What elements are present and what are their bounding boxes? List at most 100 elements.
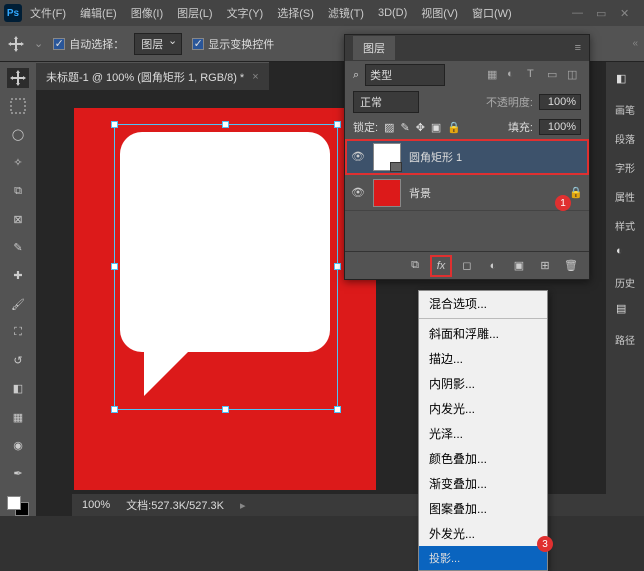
menu-image[interactable]: 图像(I) bbox=[125, 1, 169, 25]
lock-artboard-icon[interactable]: ▣ bbox=[431, 121, 441, 134]
lock-all-icon[interactable]: 🔒 bbox=[447, 121, 461, 134]
dock-paths[interactable]: 路径 bbox=[610, 328, 640, 351]
layer-style-menu: 混合选项... 斜面和浮雕... 描边... 内阴影... 内发光... 光泽.… bbox=[418, 290, 548, 571]
layer-thumbnail[interactable] bbox=[373, 179, 401, 207]
pen-tool[interactable]: ✒ bbox=[7, 464, 29, 484]
healing-tool[interactable]: ✚ bbox=[7, 266, 29, 286]
brush-tool[interactable]: 🖌 bbox=[7, 294, 29, 314]
fx-gradient-overlay[interactable]: 渐变叠加... bbox=[419, 471, 547, 496]
menubar: Ps 文件(F) 编辑(E) 图像(I) 图层(L) 文字(Y) 选择(S) 滤… bbox=[0, 0, 644, 26]
layer-row-selected[interactable]: 👁 圆角矩形 1 bbox=[345, 139, 589, 175]
layer-fx-button[interactable]: fx bbox=[433, 258, 449, 274]
dock-styles[interactable]: 样式 bbox=[610, 214, 640, 237]
visibility-eye-icon[interactable]: 👁 bbox=[351, 186, 365, 199]
link-layers-icon[interactable]: ⧉ bbox=[407, 258, 423, 274]
filter-pixel-icon[interactable]: ▦ bbox=[487, 68, 501, 82]
color-swatches[interactable] bbox=[7, 496, 29, 516]
fx-pattern-overlay[interactable]: 图案叠加... bbox=[419, 496, 547, 521]
maximize-icon[interactable]: ▭ bbox=[596, 7, 608, 19]
blend-mode-dropdown[interactable]: 正常 bbox=[353, 91, 419, 113]
frame-tool[interactable]: ⊠ bbox=[7, 209, 29, 229]
dock-properties[interactable]: 属性 bbox=[610, 185, 640, 208]
dock-history[interactable]: 历史 bbox=[610, 271, 640, 294]
lock-pixels-icon[interactable]: ✎ bbox=[400, 121, 409, 134]
eyedropper-tool[interactable]: ✎ bbox=[7, 238, 29, 258]
menu-edit[interactable]: 编辑(E) bbox=[74, 1, 123, 25]
blur-tool[interactable]: ◉ bbox=[7, 435, 29, 455]
crop-tool[interactable]: ⧉ bbox=[7, 181, 29, 201]
fx-outer-glow[interactable]: 外发光... bbox=[419, 521, 547, 546]
fx-satin[interactable]: 光泽... bbox=[419, 421, 547, 446]
stamp-tool[interactable]: ⛶ bbox=[7, 322, 29, 342]
filter-type-dropdown[interactable]: 类型 bbox=[365, 64, 445, 86]
opacity-label: 不透明度: bbox=[486, 94, 533, 110]
panel-menu-icon[interactable]: ≡ bbox=[575, 42, 581, 54]
marquee-tool[interactable] bbox=[7, 96, 29, 116]
menu-window[interactable]: 窗口(W) bbox=[466, 1, 518, 25]
speech-bubble-shape[interactable] bbox=[120, 132, 330, 392]
filter-shape-icon[interactable]: ▭ bbox=[547, 68, 561, 82]
layers-tab[interactable]: 图层 bbox=[353, 36, 395, 60]
dock-brush[interactable]: 画笔 bbox=[610, 98, 640, 121]
fx-color-overlay[interactable]: 颜色叠加... bbox=[419, 446, 547, 471]
layers-panel-icon[interactable]: ▤ bbox=[616, 302, 634, 320]
history-brush-tool[interactable]: ↺ bbox=[7, 351, 29, 371]
collapse-panels-icon[interactable]: « bbox=[632, 38, 638, 49]
fx-stroke[interactable]: 描边... bbox=[419, 346, 547, 371]
search-icon: ⌕ bbox=[353, 69, 359, 82]
delete-layer-icon[interactable]: 🗑 bbox=[563, 258, 579, 274]
new-layer-icon[interactable]: ⊞ bbox=[537, 258, 553, 274]
dock-character[interactable]: 字形 bbox=[610, 156, 640, 179]
tools-panel: ◯ ✧ ⧉ ⊠ ✎ ✚ 🖌 ⛶ ↺ ◧ ▦ ◉ ✒ bbox=[0, 62, 36, 516]
lasso-tool[interactable]: ◯ bbox=[7, 125, 29, 145]
fx-drop-shadow[interactable]: 投影...3 bbox=[419, 546, 547, 570]
lock-transparency-icon[interactable]: ▨ bbox=[384, 121, 394, 134]
menu-select[interactable]: 选择(S) bbox=[271, 1, 320, 25]
fx-blend-options[interactable]: 混合选项... bbox=[419, 291, 547, 316]
document-tab[interactable]: 未标题-1 @ 100% (圆角矩形 1, RGB/8) *× bbox=[36, 62, 269, 90]
visibility-eye-icon[interactable]: 👁 bbox=[351, 150, 365, 163]
menu-file[interactable]: 文件(F) bbox=[24, 1, 72, 25]
color-panel-icon[interactable]: ◧ bbox=[616, 72, 634, 90]
show-transform-checkbox[interactable]: ✓显示变换控件 bbox=[192, 36, 274, 52]
fx-inner-glow[interactable]: 内发光... bbox=[419, 396, 547, 421]
fx-bevel[interactable]: 斜面和浮雕... bbox=[419, 321, 547, 346]
adjustment-layer-icon[interactable]: ◐ bbox=[485, 258, 501, 274]
canvas[interactable] bbox=[74, 108, 376, 490]
layers-panel-footer: ⧉ fx ◻ ◐ ▣ ⊞ 🗑 bbox=[345, 251, 589, 279]
eraser-tool[interactable]: ◧ bbox=[7, 379, 29, 399]
layer-name[interactable]: 背景 bbox=[409, 185, 561, 201]
dock-paragraph[interactable]: 段落 bbox=[610, 127, 640, 150]
panel-header: 图层 ≡ bbox=[345, 35, 589, 61]
auto-select-checkbox[interactable]: ✓自动选择： bbox=[53, 36, 124, 52]
fx-inner-shadow[interactable]: 内阴影... bbox=[419, 371, 547, 396]
filter-text-icon[interactable]: T bbox=[527, 68, 541, 82]
fill-label: 填充: bbox=[508, 119, 533, 135]
ps-logo: Ps bbox=[4, 4, 22, 22]
layer-thumbnail[interactable] bbox=[373, 143, 401, 171]
adjustments-panel-icon[interactable]: ◐ bbox=[616, 245, 634, 263]
fill-input[interactable]: 100% bbox=[539, 119, 581, 135]
menu-text[interactable]: 文字(Y) bbox=[221, 1, 270, 25]
filter-smart-icon[interactable]: ◫ bbox=[567, 68, 581, 82]
lock-position-icon[interactable]: ✥ bbox=[416, 121, 425, 134]
layer-row-background[interactable]: 👁 背景 🔒 bbox=[345, 175, 589, 211]
document-size: 文档:527.3K/527.3K bbox=[126, 497, 224, 513]
move-tool[interactable] bbox=[7, 68, 29, 88]
menu-view[interactable]: 视图(V) bbox=[415, 1, 464, 25]
auto-select-target-dropdown[interactable]: 图层 bbox=[134, 33, 182, 55]
opacity-input[interactable]: 100% bbox=[539, 94, 581, 110]
minimize-icon[interactable]: — bbox=[572, 7, 584, 19]
layer-name[interactable]: 圆角矩形 1 bbox=[409, 149, 583, 165]
menu-filter[interactable]: 滤镜(T) bbox=[322, 1, 370, 25]
close-icon[interactable]: ✕ bbox=[620, 7, 632, 19]
menu-layer[interactable]: 图层(L) bbox=[171, 1, 218, 25]
layer-mask-icon[interactable]: ◻ bbox=[459, 258, 475, 274]
zoom-level[interactable]: 100% bbox=[82, 499, 110, 511]
chevron-down-icon[interactable]: ⌄ bbox=[34, 37, 43, 50]
filter-adjust-icon[interactable]: ◐ bbox=[507, 68, 521, 82]
menu-3d[interactable]: 3D(D) bbox=[372, 3, 413, 23]
gradient-tool[interactable]: ▦ bbox=[7, 407, 29, 427]
magic-wand-tool[interactable]: ✧ bbox=[7, 153, 29, 173]
group-icon[interactable]: ▣ bbox=[511, 258, 527, 274]
